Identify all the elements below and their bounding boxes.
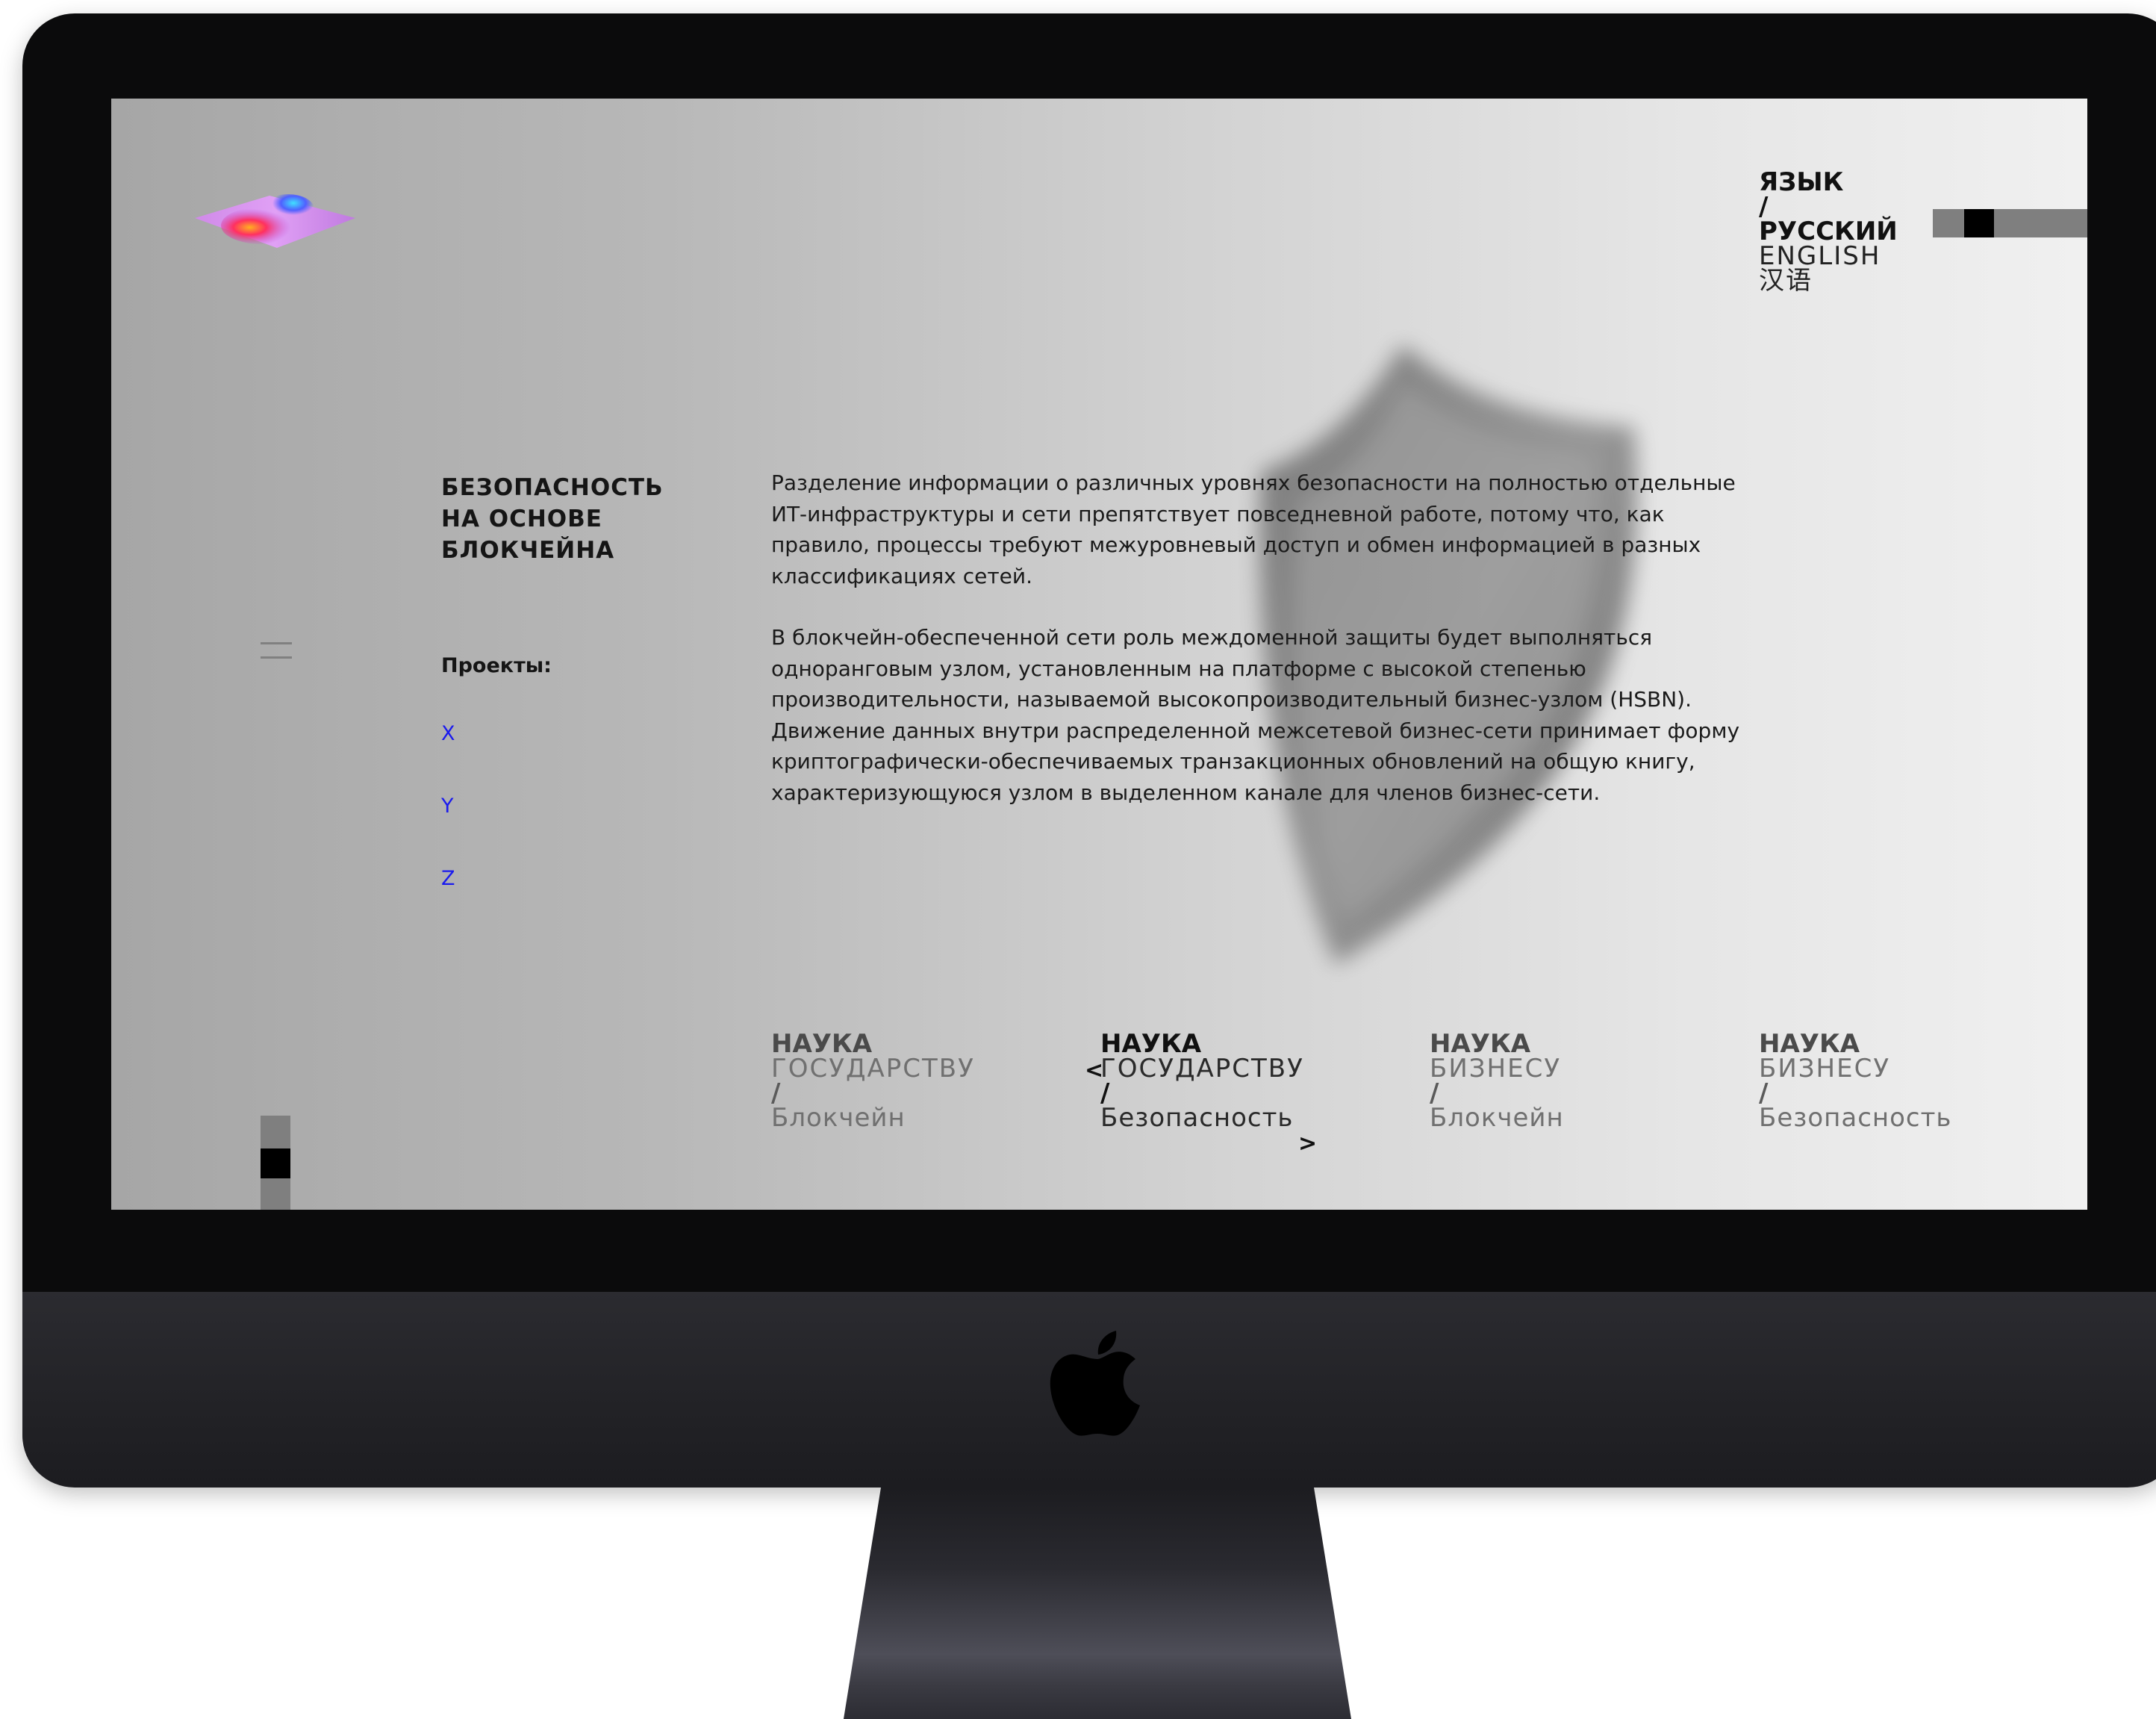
- nav-card-topic: Безопасность: [1759, 1103, 1952, 1133]
- section-title-line: НА ОСНОВЕ: [441, 506, 602, 532]
- project-link-y[interactable]: Y: [441, 795, 454, 818]
- language-option-chinese[interactable]: 汉语: [1759, 268, 1898, 293]
- nav-next-arrow[interactable]: >: [1298, 1131, 1317, 1157]
- nav-card-sub: ГОСУДАРСТВУ: [771, 1054, 975, 1084]
- language-switcher: ЯЗЫК / РУССКИЙ ENGLISH 汉语: [1759, 170, 1898, 293]
- section-title-line: БЛОКЧЕЙНА: [441, 537, 615, 564]
- top-scroll-track[interactable]: [1933, 209, 2087, 237]
- nav-card-topic: Безопасность: [1100, 1103, 1294, 1133]
- side-scroll-handle[interactable]: [261, 1148, 290, 1178]
- menu-icon[interactable]: [261, 642, 292, 665]
- nav-card-sub: БИЗНЕСУ: [1759, 1054, 1891, 1084]
- language-label: ЯЗЫК: [1759, 167, 1844, 197]
- project-link-z[interactable]: Z: [441, 867, 455, 890]
- section-title-line: БЕЗОПАСНОСТЬ: [441, 474, 664, 501]
- brand-logo-icon[interactable]: [195, 188, 359, 270]
- nav-card-active[interactable]: НАУКА ГОСУДАРСТВУ / Безопасность: [1100, 1031, 1399, 1133]
- nav-card-sub: БИЗНЕСУ: [1430, 1054, 1562, 1084]
- nav-card[interactable]: НАУКА ГОСУДАРСТВУ / Блокчейн: [771, 1031, 1070, 1133]
- nav-card-topic: Блокчейн: [1430, 1103, 1564, 1133]
- project-link-x[interactable]: X: [441, 722, 455, 745]
- section-title: БЕЗОПАСНОСТЬ НА ОСНОВЕ БЛОКЧЕЙНА: [441, 472, 725, 566]
- projects-label: Проекты:: [441, 654, 552, 677]
- imac-stand: [844, 1488, 1351, 1719]
- article-body: Разделение информации о различных уровня…: [771, 467, 1764, 839]
- nav-card-topic: Блокчейн: [771, 1103, 906, 1133]
- screen: ЯЗЫК / РУССКИЙ ENGLISH 汉语 БЕЗОПАСНОСТЬ Н…: [111, 99, 2087, 1210]
- article-paragraph: В блокчейн-обеспеченной сети роль междом…: [771, 625, 1740, 805]
- nav-card[interactable]: НАУКА БИЗНЕСУ / Безопасность: [1759, 1031, 2057, 1133]
- article-paragraph: Разделение информации о различных уровня…: [771, 470, 1736, 588]
- nav-card-sub: ГОСУДАРСТВУ: [1100, 1054, 1304, 1084]
- top-scroll-handle[interactable]: [1964, 209, 1994, 237]
- nav-card[interactable]: НАУКА БИЗНЕСУ / Блокчейн: [1430, 1031, 1728, 1133]
- apple-logo-icon: [1050, 1331, 1140, 1436]
